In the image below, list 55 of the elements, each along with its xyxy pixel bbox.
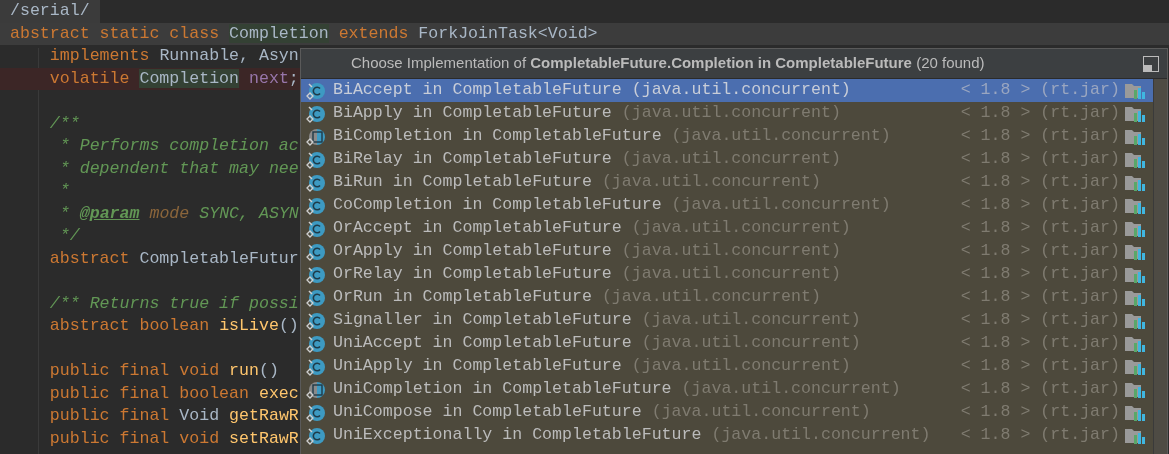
code-line: /** Returns true if possi — [48, 292, 299, 315]
class-name: BiApply in CompletableFuture — [333, 102, 612, 125]
class-name: Signaller in CompletableFuture — [333, 309, 632, 332]
breadcrumb[interactable]: /serial/ — [0, 0, 100, 23]
library-icon — [1125, 82, 1145, 99]
code-line: * @param mode SYNC, ASYN — [58, 202, 299, 225]
library-icon — [1125, 220, 1145, 237]
library-icon — [1125, 197, 1145, 214]
library-icon — [1125, 266, 1145, 283]
class-name: BiRelay in CompletableFuture — [333, 148, 612, 171]
class-name: UniExceptionally in CompletableFuture — [333, 424, 702, 447]
scrollbar[interactable] — [1153, 79, 1167, 454]
code-line: abstract static class Completion extends ForkJoinTask<Void> — [9, 22, 598, 45]
library-icon — [1125, 151, 1145, 168]
library-icon — [1125, 128, 1145, 145]
code-line: implements Runnable, Asyn — [48, 45, 299, 67]
class-name: OrRelay in CompletableFuture — [333, 263, 612, 286]
class-name: UniApply in CompletableFuture — [333, 355, 622, 378]
implementation-item[interactable]: BiAccept in CompletableFuture (java.util.concurrent) < 1.8 > (rt.jar) — [301, 79, 1153, 102]
code-line: public final void run() — [48, 360, 279, 382]
code-line: public final Void getRawR — [48, 405, 299, 427]
library-icon — [1125, 289, 1145, 306]
code-line: * dependent that may nee — [58, 157, 299, 180]
class-name: UniCompose in CompletableFuture — [333, 401, 642, 424]
class-name: BiCompletion in CompletableFuture — [333, 125, 662, 148]
library-icon — [1125, 335, 1145, 352]
library-icon — [1125, 358, 1145, 375]
package-name: (java.util.concurrent) — [631, 79, 851, 102]
code-line: * Performs completion ac — [58, 135, 299, 157]
code-line: volatile Completion next; — [48, 67, 299, 90]
class-name: CoCompletion in CompletableFuture — [333, 194, 662, 217]
popup-title: Choose Implementation of CompletableFuture.Completion in CompletableFuture (20 found) — [351, 53, 985, 74]
library-name: < 1.8 > (rt.jar) — [960, 79, 1120, 102]
library-icon — [1125, 174, 1145, 191]
library-icon — [1125, 105, 1145, 122]
library-icon — [1125, 381, 1145, 398]
class-name: OrRun in CompletableFuture — [333, 286, 592, 309]
code-line: */ — [58, 225, 80, 247]
code-line: abstract CompletableFutur — [48, 247, 299, 270]
library-icon — [1125, 312, 1145, 329]
class-name: BiAccept in CompletableFuture — [333, 79, 622, 102]
class-name: OrAccept in CompletableFuture — [333, 217, 622, 240]
class-name: UniCompletion in CompletableFuture — [333, 378, 672, 401]
class-name: OrApply in CompletableFuture — [333, 240, 612, 263]
code-line: abstract boolean isLive() — [48, 315, 299, 337]
library-icon — [1125, 427, 1145, 444]
code-line: /** — [48, 112, 80, 135]
class-name: UniAccept in CompletableFuture — [333, 332, 632, 355]
code-line: public final void setRawR — [48, 427, 299, 450]
library-icon — [1125, 243, 1145, 260]
window-icon[interactable] — [1143, 55, 1159, 72]
code-line: public final boolean exec — [48, 382, 299, 405]
class-name: BiRun in CompletableFuture — [333, 171, 592, 194]
code-line: * — [58, 180, 70, 202]
library-icon — [1125, 404, 1145, 421]
